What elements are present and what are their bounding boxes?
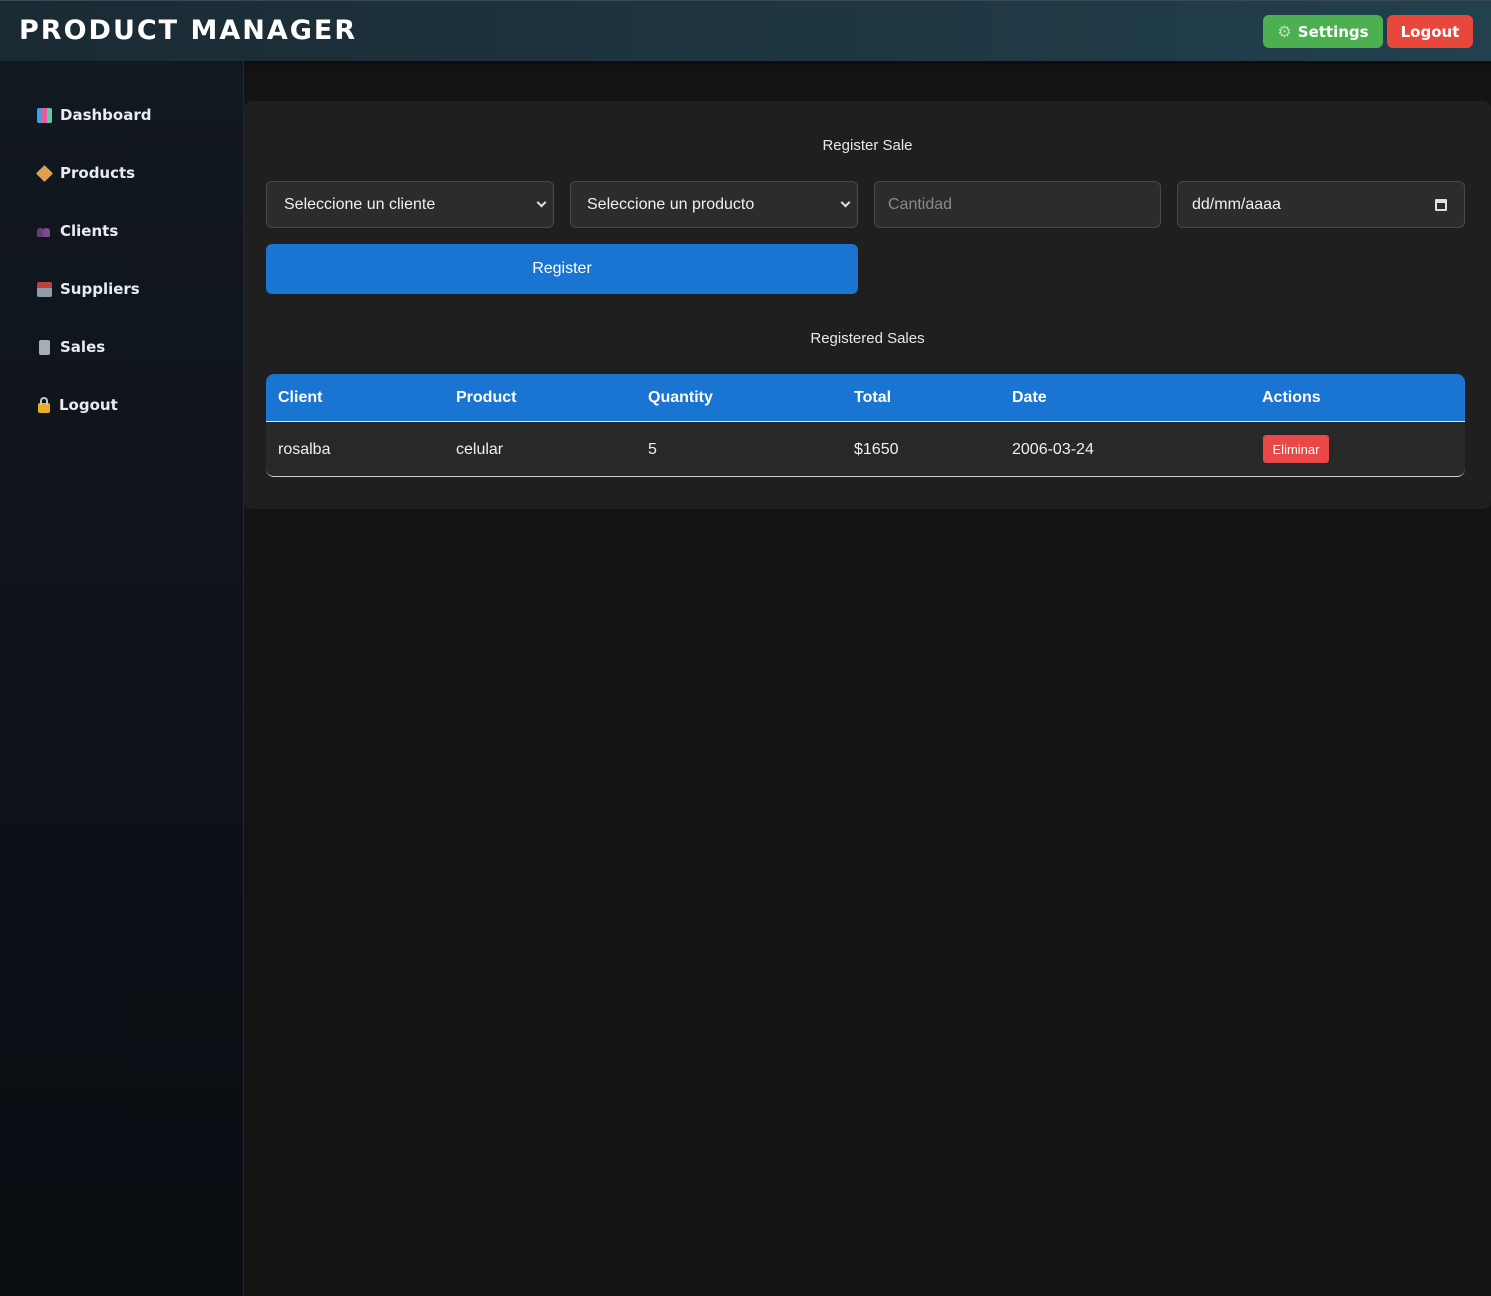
sales-panel: Register Sale Seleccione un cliente Sele… [244, 101, 1491, 509]
register-sale-title: Register Sale [822, 137, 913, 154]
column-header-date: Date [1012, 389, 1047, 406]
product-select[interactable]: Seleccione un producto [570, 181, 858, 228]
cell-quantity: 5 [648, 441, 657, 458]
header-logout-button[interactable]: Logout [1387, 15, 1473, 48]
client-select[interactable]: Seleccione un cliente [266, 181, 554, 228]
cell-product: celular [456, 441, 504, 458]
sidebar-item-label: Sales [60, 338, 106, 356]
sidebar-item-clients[interactable]: Clients [37, 219, 118, 243]
sidebar-item-label: Clients [60, 222, 119, 240]
delete-button[interactable]: Eliminar [1263, 435, 1329, 463]
quantity-placeholder: Cantidad [888, 195, 953, 213]
date-placeholder: dd/mm/aaaa [1192, 195, 1281, 213]
sidebar-item-suppliers[interactable]: Suppliers [37, 277, 140, 301]
client-select-value: Seleccione un cliente [284, 195, 436, 213]
sidebar-item-dashboard[interactable]: Dashboard [37, 103, 151, 127]
settings-label: Settings [1297, 22, 1369, 41]
sidebar-item-sales[interactable]: Sales [37, 335, 105, 359]
gear-icon: ⚙ [1277, 22, 1292, 41]
register-button[interactable]: Register [266, 244, 858, 294]
cell-date: 2006-03-24 [1012, 441, 1094, 458]
date-input[interactable]: dd/mm/aaaa [1177, 181, 1465, 228]
sidebar-item-label: Products [60, 164, 136, 182]
chevron-down-icon [536, 197, 547, 208]
sidebar-item-label: Logout [59, 396, 118, 414]
chevron-down-icon [840, 197, 851, 208]
sidebar-item-label: Suppliers [60, 280, 140, 298]
people-icon [37, 224, 52, 239]
package-icon [36, 164, 53, 182]
lock-icon [38, 396, 50, 413]
settings-button[interactable]: ⚙ Settings [1263, 15, 1383, 48]
factory-icon [37, 281, 52, 297]
sidebar-item-label: Dashboard [60, 106, 152, 124]
top-header: PRODUCT MANAGER ⚙ Settings Logout [0, 0, 1491, 61]
app-title: PRODUCT MANAGER [19, 15, 358, 46]
column-header-total: Total [854, 389, 892, 406]
column-header-product: Product [456, 389, 517, 406]
sidebar-item-logout[interactable]: Logout [37, 393, 118, 417]
calendar-icon[interactable] [1435, 199, 1447, 211]
column-header-actions: Actions [1262, 389, 1321, 406]
cell-total: $1650 [854, 441, 899, 458]
sidebar: Dashboard Products Clients Suppliers Sal… [0, 61, 244, 1296]
chart-icon [37, 107, 52, 123]
quantity-input[interactable]: Cantidad [874, 181, 1161, 228]
table-header: Client Product Quantity Total Date Actio… [266, 374, 1465, 422]
receipt-icon [39, 339, 50, 355]
column-header-client: Client [278, 389, 323, 406]
registered-sales-title: Registered Sales [810, 330, 925, 347]
column-header-quantity: Quantity [648, 389, 713, 406]
sidebar-item-products[interactable]: Products [36, 161, 136, 185]
cell-client: rosalba [278, 441, 331, 458]
sales-table: Client Product Quantity Total Date Actio… [266, 374, 1465, 477]
product-select-value: Seleccione un producto [587, 195, 755, 213]
